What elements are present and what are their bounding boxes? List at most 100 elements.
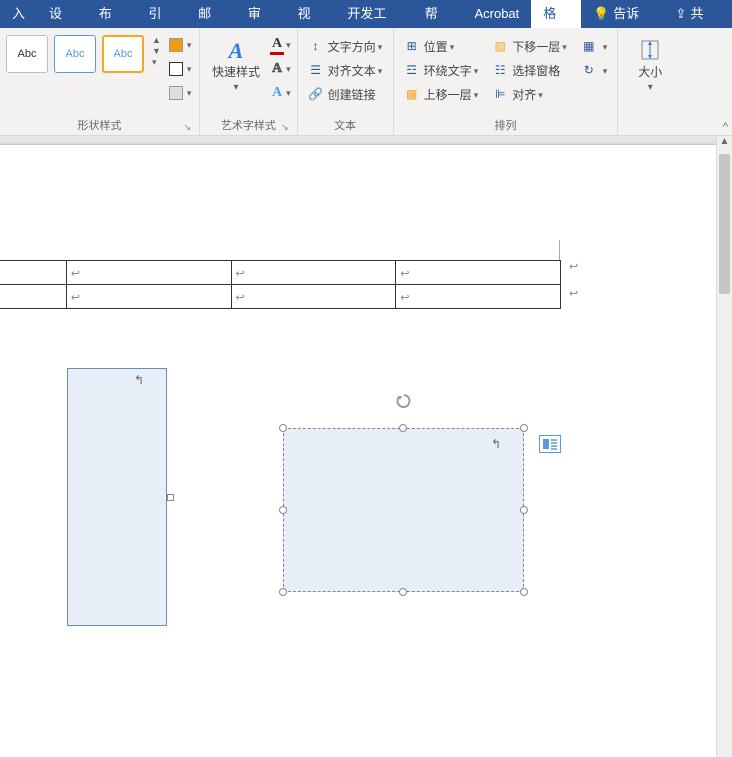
ribbon: Abc Abc Abc ▲ ▼ ▾: [0, 28, 732, 136]
resize-handle-se[interactable]: [520, 588, 528, 596]
position-button[interactable]: ⊞ 位置: [400, 35, 483, 57]
resize-handle-ne[interactable]: [520, 424, 528, 432]
send-backward-icon: ▧: [492, 38, 508, 54]
chevron-down-icon: [376, 39, 383, 53]
wrap-text-button[interactable]: ☲ 环绕文字: [400, 59, 483, 81]
chevron-down-icon: [601, 39, 608, 53]
bring-forward-button[interactable]: ▩ 上移一层: [400, 83, 483, 105]
size-label: 大小: [638, 65, 662, 79]
shape-outline[interactable]: [169, 59, 192, 79]
document-table[interactable]: ↩ ↩ ↩ ↩ ↩ ↩ ↩ ↩: [0, 260, 561, 309]
rotate-handle[interactable]: [394, 391, 414, 411]
tab-view[interactable]: 视图: [286, 0, 336, 28]
scrollbar-thumb[interactable]: [719, 154, 730, 294]
text-direction-label: 文字方向: [328, 38, 376, 55]
shape-anchor-icon: ↰: [491, 437, 501, 451]
fill-swatch-icon: [169, 38, 183, 52]
wordart-launcher[interactable]: ↘: [281, 122, 289, 133]
wrap-text-icon: ☲: [404, 62, 420, 78]
tab-review[interactable]: 审阅: [236, 0, 286, 28]
shape-style-gallery[interactable]: Abc Abc Abc ▲ ▼ ▾: [6, 31, 165, 73]
table-row[interactable]: ↩ ↩ ↩ ↩: [0, 285, 561, 309]
align-icon: ⊫: [492, 86, 508, 102]
create-link-button[interactable]: 🔗 创建链接: [304, 83, 387, 105]
tab-tellme[interactable]: 💡告诉我: [581, 0, 664, 28]
group-arrange: ⊞ 位置 ☲ 环绕文字 ▩ 上移一层 ▧ 下移一层: [394, 28, 619, 135]
share-icon: ⇪: [676, 6, 687, 21]
tab-design[interactable]: 设计: [37, 0, 87, 28]
gallery-scroll-down[interactable]: ▼: [152, 46, 161, 56]
text-effects-icon: A: [270, 85, 284, 101]
resize-handle-sw[interactable]: [279, 588, 287, 596]
shape-styles-launcher[interactable]: ↘: [183, 122, 191, 133]
tab-layout[interactable]: 布局: [87, 0, 137, 28]
scroll-up-button[interactable]: ▲: [717, 136, 732, 152]
para-mark-icon: ↩: [71, 268, 80, 280]
chevron-down-icon: [648, 79, 653, 93]
table-row[interactable]: ↩ ↩ ↩ ↩: [0, 261, 561, 285]
resize-handle-nw[interactable]: [279, 424, 287, 432]
chevron-down-icon: [185, 63, 192, 75]
gallery-expand[interactable]: ▾: [152, 57, 161, 68]
gallery-scroll-up[interactable]: ▲: [152, 35, 161, 45]
shape-style-2[interactable]: Abc: [54, 35, 96, 73]
tabbar: 入 设计 布局 引用 邮件 审阅 视图 开发工具 帮助 Acrobat 格式 💡…: [0, 0, 732, 28]
row-end-mark: ↩: [569, 287, 578, 300]
selection-pane-button[interactable]: ☷ 选择窗格: [488, 59, 571, 81]
size-button[interactable]: 大小: [624, 31, 676, 93]
chevron-down-icon: [185, 39, 192, 51]
vertical-scrollbar[interactable]: ▲: [716, 136, 732, 757]
quick-styles-label: 快速样式: [212, 65, 260, 79]
tab-help[interactable]: 帮助: [413, 0, 463, 28]
chevron-down-icon: [472, 63, 479, 77]
para-mark-icon: ↩: [236, 292, 245, 304]
collapse-ribbon-button[interactable]: ^: [723, 121, 728, 133]
send-backward-label: 下移一层: [512, 38, 560, 55]
position-label: 位置: [424, 38, 448, 55]
align-text-button[interactable]: ☰ 对齐文本: [304, 59, 387, 81]
text-effects[interactable]: A: [270, 83, 291, 103]
page[interactable]: ↩ ↩ ↩ ↩ ↩ ↩ ↩ ↩ ↩ ↩ ↰ ↰: [0, 144, 716, 757]
text-box-2-selected[interactable]: ↰: [283, 428, 524, 592]
resize-handle[interactable]: [167, 494, 174, 501]
text-fill[interactable]: A: [270, 35, 291, 55]
para-mark-icon: ↩: [71, 292, 80, 304]
ruler-mark: [559, 240, 560, 260]
rotate-icon: ↻: [581, 62, 597, 78]
send-backward-button[interactable]: ▧ 下移一层: [488, 35, 571, 57]
chevron-down-icon: [233, 79, 238, 93]
wrap-text-label: 环绕文字: [424, 62, 472, 79]
resize-handle-w[interactable]: [279, 506, 287, 514]
align-button[interactable]: ⊫ 对齐: [488, 83, 571, 105]
tab-devtools[interactable]: 开发工具: [335, 0, 410, 28]
group-size-label-blank: [624, 117, 676, 135]
tab-mailings[interactable]: 邮件: [186, 0, 236, 28]
chevron-down-icon: [185, 87, 192, 99]
shape-effects[interactable]: [169, 83, 192, 103]
resize-handle-s[interactable]: [399, 588, 407, 596]
resize-handle-n[interactable]: [399, 424, 407, 432]
tab-format[interactable]: 格式: [531, 0, 581, 28]
quick-styles-button[interactable]: A 快速样式: [206, 31, 266, 93]
text-outline[interactable]: A: [270, 59, 291, 79]
group-shape-styles: Abc Abc Abc ▲ ▼ ▾: [0, 28, 200, 135]
tab-insert[interactable]: 入: [0, 0, 37, 28]
chevron-down-icon: [536, 87, 543, 101]
selection-pane-label: 选择窗格: [512, 62, 560, 79]
tab-acrobat[interactable]: Acrobat: [462, 0, 531, 28]
group-size: 大小: [618, 28, 682, 135]
text-box-1[interactable]: ↰: [67, 368, 167, 626]
align-label: 对齐: [512, 86, 536, 103]
group-text: ↕ 文字方向 ☰ 对齐文本 🔗 创建链接 文本: [298, 28, 394, 135]
shape-style-3[interactable]: Abc: [102, 35, 144, 73]
shape-style-1[interactable]: Abc: [6, 35, 48, 73]
tab-share[interactable]: ⇪共享: [664, 0, 728, 28]
layout-options-button[interactable]: [539, 435, 561, 453]
chevron-down-icon: [601, 63, 608, 77]
resize-handle-e[interactable]: [520, 506, 528, 514]
shape-fill[interactable]: [169, 35, 192, 55]
text-direction-button[interactable]: ↕ 文字方向: [304, 35, 387, 57]
group-button[interactable]: ▦: [577, 35, 612, 57]
rotate-button[interactable]: ↻: [577, 59, 612, 81]
tab-references[interactable]: 引用: [136, 0, 186, 28]
